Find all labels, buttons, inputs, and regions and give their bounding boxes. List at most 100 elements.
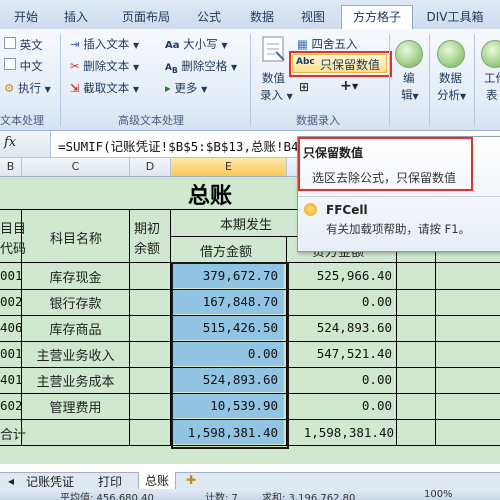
chevron-down-icon: ▼ <box>201 85 208 94</box>
cell-account-name[interactable]: 库存现金 <box>22 267 129 286</box>
edit-icon <box>395 40 423 68</box>
delete-space-button[interactable]: AB 删除空格 ▼ <box>165 58 237 75</box>
tab-home[interactable]: 开始 <box>6 6 46 28</box>
delete-text-icon: ✂ <box>70 59 80 73</box>
status-average: 平均值: 456,680.40 <box>60 493 154 500</box>
divider <box>250 34 251 126</box>
cell-code[interactable]: 001 <box>0 346 23 361</box>
new-sheet-icon[interactable]: ✚ <box>186 473 196 487</box>
data-analysis-button[interactable]: 数据 <box>439 70 462 86</box>
column-header-c[interactable]: C <box>22 158 130 177</box>
data-analysis-icon <box>437 40 465 68</box>
group-label-data-entry: 数据录入 <box>296 114 340 127</box>
edit-button[interactable]: 编 <box>403 70 415 86</box>
worksheet-label2: 表 <box>486 88 498 102</box>
chevron-down-icon[interactable]: ▼ <box>352 82 358 91</box>
numeric-entry-button[interactable]: 数值 <box>262 70 285 86</box>
more-button[interactable]: ▸ 更多 ▼ <box>165 80 207 96</box>
divider <box>474 34 475 126</box>
cell-credit[interactable]: 547,521.40 <box>288 346 392 361</box>
extract-text-button[interactable]: ⇲ 截取文本 ▼ <box>70 80 139 96</box>
chevron-down-icon: ▼ <box>221 41 228 50</box>
plus-icon[interactable]: + <box>340 78 352 94</box>
tab-fangfang-gezi[interactable]: 方方格子 <box>341 5 413 29</box>
header-account-name: 科目名称 <box>49 232 102 247</box>
zoom-level[interactable]: 100% <box>424 489 453 500</box>
more-icon: ▸ <box>165 81 171 95</box>
chevron-down-icon: ▼ <box>231 63 238 72</box>
cell-code[interactable]: 001 <box>0 268 23 283</box>
edit-label2: 辑▼ <box>401 88 419 102</box>
sheet-tab-ledger[interactable]: 总账 <box>138 472 177 490</box>
checkbox-icon <box>4 37 16 49</box>
chevron-down-icon: ▼ <box>460 92 467 101</box>
delete-text-button[interactable]: ✂ 删除文本 ▼ <box>70 58 139 74</box>
ledger-title: 总账 <box>187 183 232 209</box>
tooltip-help: 有关加载项帮助，请按 F1。 <box>326 222 471 236</box>
tab-formulas[interactable]: 公式 <box>189 6 229 28</box>
sheet-tab-voucher[interactable]: 记账凭证 <box>22 473 78 490</box>
cell-credit[interactable]: 0.00 <box>288 372 392 387</box>
formula-input[interactable]: =SUMIF(记账凭证!$B$5:$B$13,总账!B4, <box>58 136 306 155</box>
tab-nav-icon[interactable]: ◂ <box>8 474 14 488</box>
cell-code[interactable]: 406 <box>0 320 23 335</box>
grid-line <box>129 209 130 446</box>
tab-page-layout[interactable]: 页面布局 <box>114 6 178 28</box>
cell-account-name[interactable]: 管理费用 <box>22 397 129 416</box>
status-count: 计数: 7 <box>205 493 238 500</box>
case-button[interactable]: Aa 大小写 ▼ <box>165 36 227 52</box>
header-opening-line1: 期初 <box>134 222 161 237</box>
sheet-tab-print[interactable]: 打印 <box>94 473 126 490</box>
extract-text-icon: ⇲ <box>70 81 80 95</box>
chevron-down-icon: ▼ <box>412 92 419 101</box>
divider <box>60 34 61 126</box>
column-header-b[interactable]: B <box>0 158 22 177</box>
column-header-d[interactable]: D <box>130 158 171 177</box>
cell-code[interactable]: 002 <box>0 294 23 309</box>
cell-account-name[interactable]: 主营业务成本 <box>22 371 129 390</box>
insert-text-button[interactable]: ⇥ 插入文本 ▼ <box>70 36 139 52</box>
tab-view[interactable]: 视图 <box>293 6 333 28</box>
tooltip: 只保留数值 选区去除公式，只保留数值 FFCell 有关加载项帮助，请按 F1。 <box>297 136 500 252</box>
keep-value-button[interactable]: Abc 只保留数值 <box>292 54 387 73</box>
cell-account-name[interactable]: 银行存款 <box>22 293 129 312</box>
cell-account-name[interactable]: 主营业务收入 <box>22 345 129 364</box>
execute-icon: ⚙ <box>4 81 15 95</box>
tab-data[interactable]: 数据 <box>242 6 282 28</box>
check-english[interactable]: 英文 <box>4 37 43 53</box>
worksheet-button[interactable]: 工作 <box>484 70 500 86</box>
total-credit[interactable]: 1,598,381.40 <box>290 425 394 440</box>
numeric-entry-icon <box>258 34 288 66</box>
keep-value-label: 只保留数值 <box>320 58 381 72</box>
header-code-line1: 目目 <box>0 222 27 237</box>
cell-code[interactable]: 602 <box>0 398 23 413</box>
header-code-line2: 代码 <box>0 242 27 257</box>
sheet-tab-bar: ◂ 记账凭证 打印 总账 ✚ <box>0 472 500 490</box>
selection-range <box>171 262 289 449</box>
tab-insert[interactable]: 插入 <box>56 6 96 28</box>
execute-button[interactable]: ⚙ 执行 ▼ <box>4 80 51 96</box>
group-label-text: 文本处理 <box>0 114 44 127</box>
round-button[interactable]: ▦ 四舍五入 <box>297 36 358 52</box>
fx-icon[interactable]: fx <box>4 135 16 150</box>
check-chinese[interactable]: 中文 <box>4 58 43 74</box>
cell-code[interactable]: 401 <box>0 372 23 387</box>
tab-div-toolbox[interactable]: DIV工具箱 <box>420 6 490 28</box>
divider <box>429 34 430 126</box>
cell-credit[interactable]: 0.00 <box>288 294 392 309</box>
data-analysis-label2: 分析▼ <box>437 88 467 102</box>
cell-credit[interactable]: 525,966.40 <box>288 268 392 283</box>
cell-credit[interactable]: 524,893.60 <box>288 320 392 335</box>
cell-credit[interactable]: 0.00 <box>288 398 392 413</box>
cell-account-name[interactable]: 库存商品 <box>22 319 129 338</box>
delete-space-icon: AB <box>165 63 178 75</box>
status-sum: 求和: 3,196,762.80 <box>262 493 356 500</box>
tooltip-addin-name: FFCell <box>326 203 368 217</box>
column-header-e[interactable]: E <box>171 158 287 177</box>
grid-icon[interactable]: ⊞ <box>299 80 309 94</box>
tooltip-description: 选区去除公式，只保留数值 <box>312 171 457 185</box>
total-label[interactable]: 合计 <box>0 424 26 443</box>
chevron-down-icon: ▼ <box>132 41 140 50</box>
round-icon: ▦ <box>297 37 308 51</box>
insert-text-icon: ⇥ <box>70 37 80 51</box>
